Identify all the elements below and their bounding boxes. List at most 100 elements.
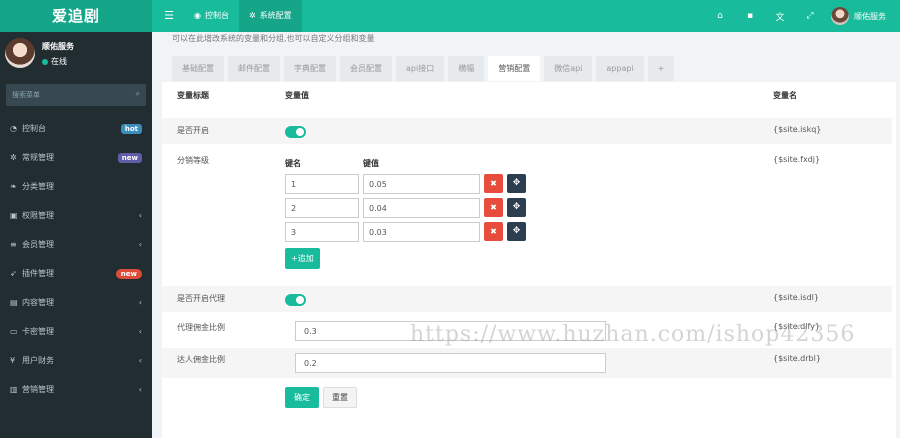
search-icon[interactable]: ⌕ bbox=[136, 89, 140, 99]
drag-handle-icon[interactable]: ✥ bbox=[507, 222, 526, 241]
fullscreen-icon[interactable]: ⤢ bbox=[795, 11, 825, 21]
row-label: 是否开启代理 bbox=[177, 294, 225, 303]
key-column-header: 键名 bbox=[285, 159, 301, 168]
value-input[interactable] bbox=[363, 174, 480, 194]
table-row: 达人佣金比例 {$site.drbl} bbox=[162, 348, 892, 378]
sidebar-item-category[interactable]: ❧ 分类管理 bbox=[0, 172, 152, 201]
chart-icon: ▥ bbox=[10, 385, 18, 394]
agent-toggle[interactable] bbox=[285, 294, 306, 306]
user-panel: 顺佑服务 在线 bbox=[0, 32, 152, 80]
dashboard-icon: ◉ bbox=[194, 11, 201, 20]
badge-hot: hot bbox=[120, 123, 142, 134]
search-input[interactable] bbox=[6, 84, 146, 106]
row-label: 达人佣金比例 bbox=[177, 355, 225, 364]
dashboard-icon: ◔ bbox=[10, 124, 17, 133]
sidebar-item-label: 营销管理 bbox=[22, 385, 54, 394]
reset-button[interactable]: 重置 bbox=[323, 387, 357, 408]
sidebar-item-finance[interactable]: ¥ 用户财务 ‹ bbox=[0, 346, 152, 375]
submit-button[interactable]: 确定 bbox=[285, 387, 319, 408]
drag-handle-icon[interactable]: ✥ bbox=[507, 174, 526, 193]
translate-icon[interactable]: 文 bbox=[765, 10, 795, 23]
sidebar-item-label: 插件管理 bbox=[22, 269, 54, 278]
page-description: 可以在此增改系统的变量和分组,也可以自定义分组和变量 bbox=[172, 34, 375, 43]
sidebar-item-label: 常规管理 bbox=[22, 153, 54, 162]
expert-commission-input[interactable] bbox=[295, 353, 606, 373]
key-input[interactable] bbox=[285, 174, 359, 194]
config-tabs: 基础配置 邮件配置 字典配置 会员配置 api接口 横幅 营销配置 微信api … bbox=[172, 56, 675, 81]
chevron-left-icon: ‹ bbox=[138, 327, 142, 336]
value-input[interactable] bbox=[363, 222, 480, 242]
avatar bbox=[831, 7, 849, 25]
tab-dictionary[interactable]: 字典配置 bbox=[284, 56, 336, 81]
sidebar-item-card[interactable]: ▭ 卡密管理 ‹ bbox=[0, 317, 152, 346]
sidebar-item-dashboard[interactable]: ◔ 控制台 hot bbox=[0, 114, 152, 143]
rocket-icon: ➶ bbox=[10, 269, 17, 278]
sidebar-item-label: 用户财务 bbox=[22, 356, 54, 365]
card-icon: ▭ bbox=[10, 327, 18, 336]
config-panel: 变量标题 变量值 变量名 是否开启 {$site.iskq} 分销等级 {$si… bbox=[162, 82, 896, 438]
sidebar-item-general[interactable]: ✲ 常规管理 new bbox=[0, 143, 152, 172]
chevron-left-icon: ‹ bbox=[138, 240, 142, 249]
tab-member[interactable]: 会员配置 bbox=[340, 56, 392, 81]
sidebar-item-label: 分类管理 bbox=[22, 182, 54, 191]
table-row: 是否开启 {$site.iskq} bbox=[162, 118, 892, 144]
sidebar-item-label: 控制台 bbox=[22, 124, 46, 133]
chevron-left-icon: ‹ bbox=[138, 356, 142, 365]
top-nav: ◉ 控制台 ✲ 系统配置 bbox=[184, 0, 302, 32]
home-icon[interactable]: ⌂ bbox=[705, 11, 735, 21]
leaf-icon: ❧ bbox=[10, 182, 17, 191]
sidebar-item-plugin[interactable]: ➶ 插件管理 new bbox=[0, 259, 152, 288]
add-entry-button[interactable]: +追加 bbox=[285, 248, 320, 269]
top-user-name: 顺佑服务 bbox=[854, 11, 886, 21]
badge-new: new bbox=[115, 268, 142, 279]
table-row: 分销等级 {$site.fxdj} 键名 键值 ✖ ✥ ✖ ✥ ✖ ✥ +追加 bbox=[162, 148, 892, 278]
tab-email[interactable]: 邮件配置 bbox=[228, 56, 280, 81]
enable-toggle[interactable] bbox=[285, 126, 306, 138]
sidebar-item-marketing[interactable]: ▥ 营销管理 ‹ bbox=[0, 375, 152, 404]
online-dot-icon bbox=[42, 58, 48, 65]
table-row: 是否开启代理 {$site.isdl} bbox=[162, 286, 892, 312]
gear-icon: ✲ bbox=[248, 11, 256, 20]
sidebar-item-member[interactable]: ≡ 会员管理 ‹ bbox=[0, 230, 152, 259]
sidebar: 顺佑服务 在线 ⌕ ◔ 控制台 hot ✲ 常规管理 new ❧ 分类管理 ▣ … bbox=[0, 32, 152, 438]
column-header-title: 变量标题 bbox=[177, 91, 209, 100]
cogs-icon: ✲ bbox=[10, 153, 17, 162]
remove-row-button[interactable]: ✖ bbox=[484, 222, 503, 241]
trash-icon[interactable]: ▪ bbox=[735, 11, 765, 21]
tab-wechat-api[interactable]: 微信api bbox=[544, 56, 593, 81]
app-logo[interactable]: 爱追剧 bbox=[0, 0, 152, 32]
row-var-name: {$site.isdl} bbox=[773, 293, 819, 302]
value-column-header: 键值 bbox=[363, 159, 379, 168]
tab-basic[interactable]: 基础配置 bbox=[172, 56, 224, 81]
chevron-left-icon: ‹ bbox=[138, 385, 142, 394]
remove-row-button[interactable]: ✖ bbox=[484, 198, 503, 217]
sidebar-item-label: 权限管理 bbox=[22, 211, 54, 220]
top-user-menu[interactable]: 顺佑服务 bbox=[825, 7, 900, 25]
tab-app-api[interactable]: appapi bbox=[596, 56, 644, 81]
top-nav-dashboard[interactable]: ◉ 控制台 bbox=[184, 0, 239, 32]
tab-api[interactable]: api接口 bbox=[396, 56, 445, 81]
menu-icon[interactable]: ☰ bbox=[158, 0, 180, 32]
sidebar-user-name: 顺佑服务 bbox=[42, 42, 74, 51]
file-icon: ▤ bbox=[10, 298, 18, 307]
sidebar-item-content[interactable]: ▤ 内容管理 ‹ bbox=[0, 288, 152, 317]
tab-marketing[interactable]: 营销配置 bbox=[488, 56, 541, 81]
top-nav-label: 系统配置 bbox=[259, 11, 292, 20]
top-right-tools: ⌂ ▪ 文 ⤢ 顺佑服务 bbox=[705, 0, 900, 32]
value-input[interactable] bbox=[363, 198, 480, 218]
key-input[interactable] bbox=[285, 198, 359, 218]
row-var-name: {$site.iskq} bbox=[773, 125, 822, 134]
top-nav-system-config[interactable]: ✲ 系统配置 bbox=[238, 0, 302, 32]
add-tab-button[interactable]: + bbox=[647, 56, 675, 81]
row-label: 代理佣金比例 bbox=[177, 323, 225, 332]
drag-handle-icon[interactable]: ✥ bbox=[507, 198, 526, 217]
column-header-name: 变量名 bbox=[773, 91, 797, 100]
remove-row-button[interactable]: ✖ bbox=[484, 174, 503, 193]
tab-banner[interactable]: 横幅 bbox=[448, 56, 485, 81]
main-content: 可以在此增改系统的变量和分组,也可以自定义分组和变量 基础配置 邮件配置 字典配… bbox=[152, 32, 900, 438]
key-input[interactable] bbox=[285, 222, 359, 242]
sidebar-item-auth[interactable]: ▣ 权限管理 ‹ bbox=[0, 201, 152, 230]
top-nav-label: 控制台 bbox=[204, 11, 229, 20]
table-header: 变量标题 变量值 变量名 bbox=[162, 90, 896, 114]
watermark: https://www.huzhan.com/ishop42356 bbox=[410, 322, 856, 347]
